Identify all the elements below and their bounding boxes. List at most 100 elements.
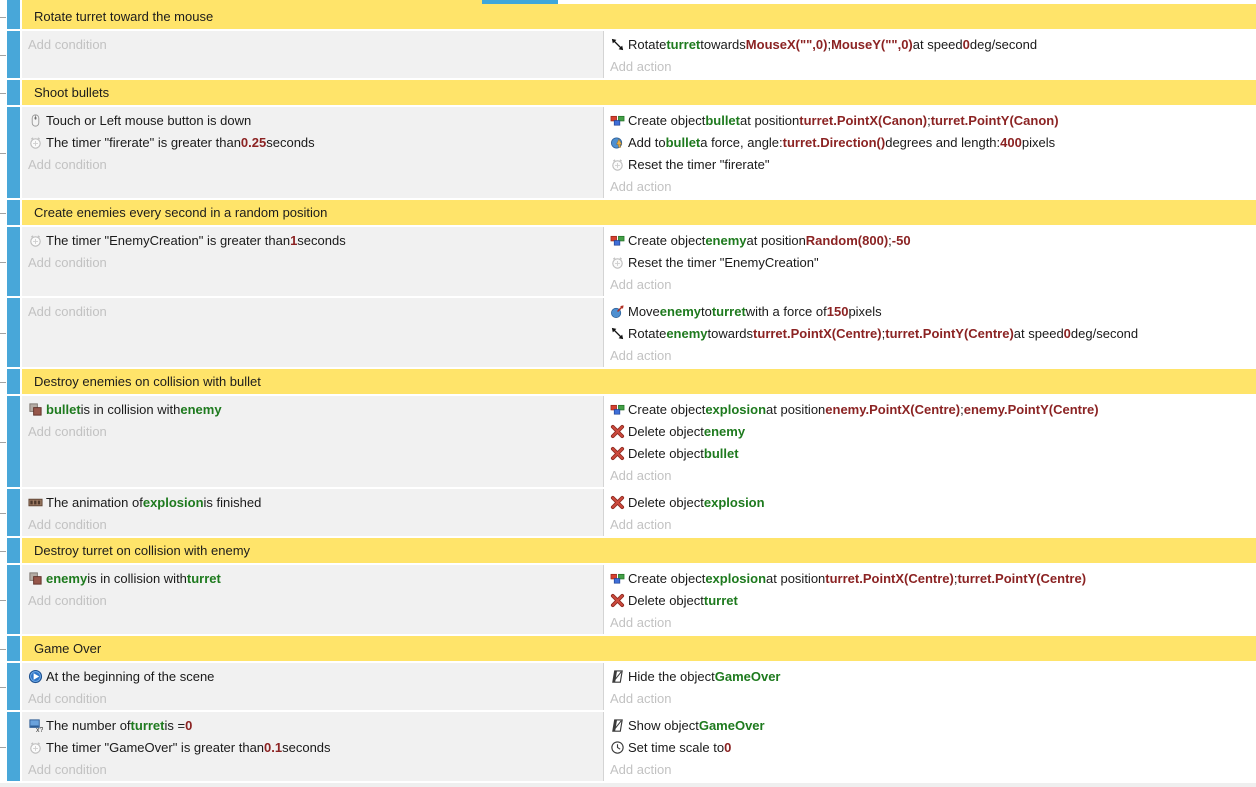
event-selection-bar[interactable]: [7, 538, 20, 563]
group-title[interactable]: Game Over: [22, 636, 1256, 661]
text-segment: enemy: [46, 571, 87, 586]
gutter-tick: [0, 17, 6, 18]
event-selection-bar[interactable]: [7, 396, 20, 487]
add-condition-button[interactable]: Add condition: [22, 513, 603, 535]
add-condition-button[interactable]: Add condition: [22, 420, 603, 442]
action-row[interactable]: Create object explosion at position enem…: [604, 398, 1256, 420]
conditions-column: Touch or Left mouse button is downThe ti…: [22, 107, 604, 198]
actions-column: Move enemy to turret with a force of 150…: [604, 298, 1256, 367]
timer-icon: [27, 232, 43, 248]
add-action-button[interactable]: Add action: [604, 55, 1256, 77]
actions-column: Rotate turret towards MouseX("",0);Mouse…: [604, 31, 1256, 78]
event-selection-bar[interactable]: [7, 31, 20, 78]
text-segment: turret.PointY(Centre): [885, 326, 1014, 341]
actions-column: Create object explosion at position turr…: [604, 565, 1256, 634]
text-segment: enemy.PointX(Centre): [825, 402, 960, 417]
add-condition-button[interactable]: Add condition: [22, 251, 603, 273]
add-condition-button[interactable]: Add condition: [22, 589, 603, 611]
text-segment: at speed: [913, 37, 963, 52]
action-row[interactable]: Reset the timer "firerate": [604, 153, 1256, 175]
event-selection-bar[interactable]: [7, 712, 20, 781]
text-segment: 1: [290, 233, 297, 248]
event-blocks-container: Rotate turret toward the mouse Add condit…: [0, 4, 1256, 781]
text-segment: turret.PointX(Canon): [799, 113, 927, 128]
action-row[interactable]: Delete object explosion: [604, 491, 1256, 513]
add-condition-button[interactable]: Add condition: [22, 153, 603, 175]
text-segment: The timer "EnemyCreation" is greater tha…: [46, 233, 290, 248]
text-segment: bullet: [704, 446, 739, 461]
condition-row[interactable]: The timer "firerate" is greater than 0.2…: [22, 131, 603, 153]
group-title[interactable]: Destroy enemies on collision with bullet: [22, 369, 1256, 394]
action-row[interactable]: Create object explosion at position turr…: [604, 567, 1256, 589]
condition-row[interactable]: At the beginning of the scene: [22, 665, 603, 687]
collision-icon: [27, 570, 43, 586]
gutter-tick: [0, 600, 6, 601]
action-row[interactable]: Hide the object GameOver: [604, 665, 1256, 687]
text-segment: turret: [666, 37, 700, 52]
timer-icon: [609, 156, 625, 172]
add-action-button[interactable]: Add action: [604, 464, 1256, 486]
event-block: x?The number of turret is = 0The timer "…: [0, 712, 1256, 781]
action-row[interactable]: Reset the timer "EnemyCreation": [604, 251, 1256, 273]
condition-row[interactable]: The timer "EnemyCreation" is greater tha…: [22, 229, 603, 251]
text-segment: at position: [766, 402, 825, 417]
group-comment-block: Game Over: [0, 636, 1256, 661]
event-selection-bar[interactable]: [7, 107, 20, 198]
action-row[interactable]: Add to bullet a force, angle: turret.Dir…: [604, 131, 1256, 153]
event-selection-bar[interactable]: [7, 200, 20, 225]
group-title[interactable]: Destroy turret on collision with enemy: [22, 538, 1256, 563]
text-segment: enemy: [180, 402, 221, 417]
text-segment: The animation of: [46, 495, 143, 510]
event-selection-bar[interactable]: [7, 489, 20, 536]
action-row[interactable]: Rotate turret towards MouseX("",0);Mouse…: [604, 33, 1256, 55]
event-gutter: [0, 489, 7, 536]
create-icon: [609, 401, 625, 417]
conditions-column: x?The number of turret is = 0The timer "…: [22, 712, 604, 781]
event-selection-bar[interactable]: [7, 80, 20, 105]
event-selection-bar[interactable]: [7, 4, 20, 29]
group-title[interactable]: Create enemies every second in a random …: [22, 200, 1256, 225]
condition-row[interactable]: x?The number of turret is = 0: [22, 714, 603, 736]
group-title[interactable]: Rotate turret toward the mouse: [22, 4, 1256, 29]
add-action-button[interactable]: Add action: [604, 513, 1256, 535]
action-row[interactable]: Create object enemy at position Random(8…: [604, 229, 1256, 251]
text-segment: explosion: [143, 495, 204, 510]
event-selection-bar[interactable]: [7, 663, 20, 710]
action-row[interactable]: Delete object enemy: [604, 420, 1256, 442]
event-selection-bar[interactable]: [7, 369, 20, 394]
add-action-button[interactable]: Add action: [604, 687, 1256, 709]
action-row[interactable]: Rotate enemy towards turret.PointX(Centr…: [604, 322, 1256, 344]
add-condition-button[interactable]: Add condition: [22, 687, 603, 709]
add-condition-button[interactable]: Add condition: [22, 33, 603, 55]
text-segment: The timer "GameOver" is greater than: [46, 740, 264, 755]
action-row[interactable]: Delete object turret: [604, 589, 1256, 611]
condition-row[interactable]: The timer "GameOver" is greater than 0.1…: [22, 736, 603, 758]
event-selection-bar[interactable]: [7, 636, 20, 661]
add-action-button[interactable]: Add action: [604, 611, 1256, 633]
event-gutter: [0, 538, 7, 563]
condition-row[interactable]: enemy is in collision with turret: [22, 567, 603, 589]
event-selection-bar[interactable]: [7, 565, 20, 634]
add-action-button[interactable]: Add action: [604, 175, 1256, 197]
add-condition-button[interactable]: Add condition: [22, 300, 603, 322]
event-selection-bar[interactable]: [7, 227, 20, 296]
text-segment: turret.PointY(Canon): [931, 113, 1059, 128]
text-segment: The number of: [46, 718, 131, 733]
add-action-button[interactable]: Add action: [604, 758, 1256, 780]
condition-row[interactable]: bullet is in collision with enemy: [22, 398, 603, 420]
gutter-tick: [0, 551, 6, 552]
action-row[interactable]: Set time scale to 0: [604, 736, 1256, 758]
add-condition-button[interactable]: Add condition: [22, 758, 603, 780]
action-row[interactable]: Create object bullet at position turret.…: [604, 109, 1256, 131]
add-action-button[interactable]: Add action: [604, 344, 1256, 366]
condition-row[interactable]: The animation of explosion is finished: [22, 491, 603, 513]
text-segment: towards: [700, 37, 746, 52]
action-row[interactable]: Move enemy to turret with a force of 150…: [604, 300, 1256, 322]
action-row[interactable]: Delete object bullet: [604, 442, 1256, 464]
group-title[interactable]: Shoot bullets: [22, 80, 1256, 105]
event-selection-bar[interactable]: [7, 298, 20, 367]
text-segment: 0: [185, 718, 192, 733]
add-action-button[interactable]: Add action: [604, 273, 1256, 295]
action-row[interactable]: Show object GameOver: [604, 714, 1256, 736]
condition-row[interactable]: Touch or Left mouse button is down: [22, 109, 603, 131]
